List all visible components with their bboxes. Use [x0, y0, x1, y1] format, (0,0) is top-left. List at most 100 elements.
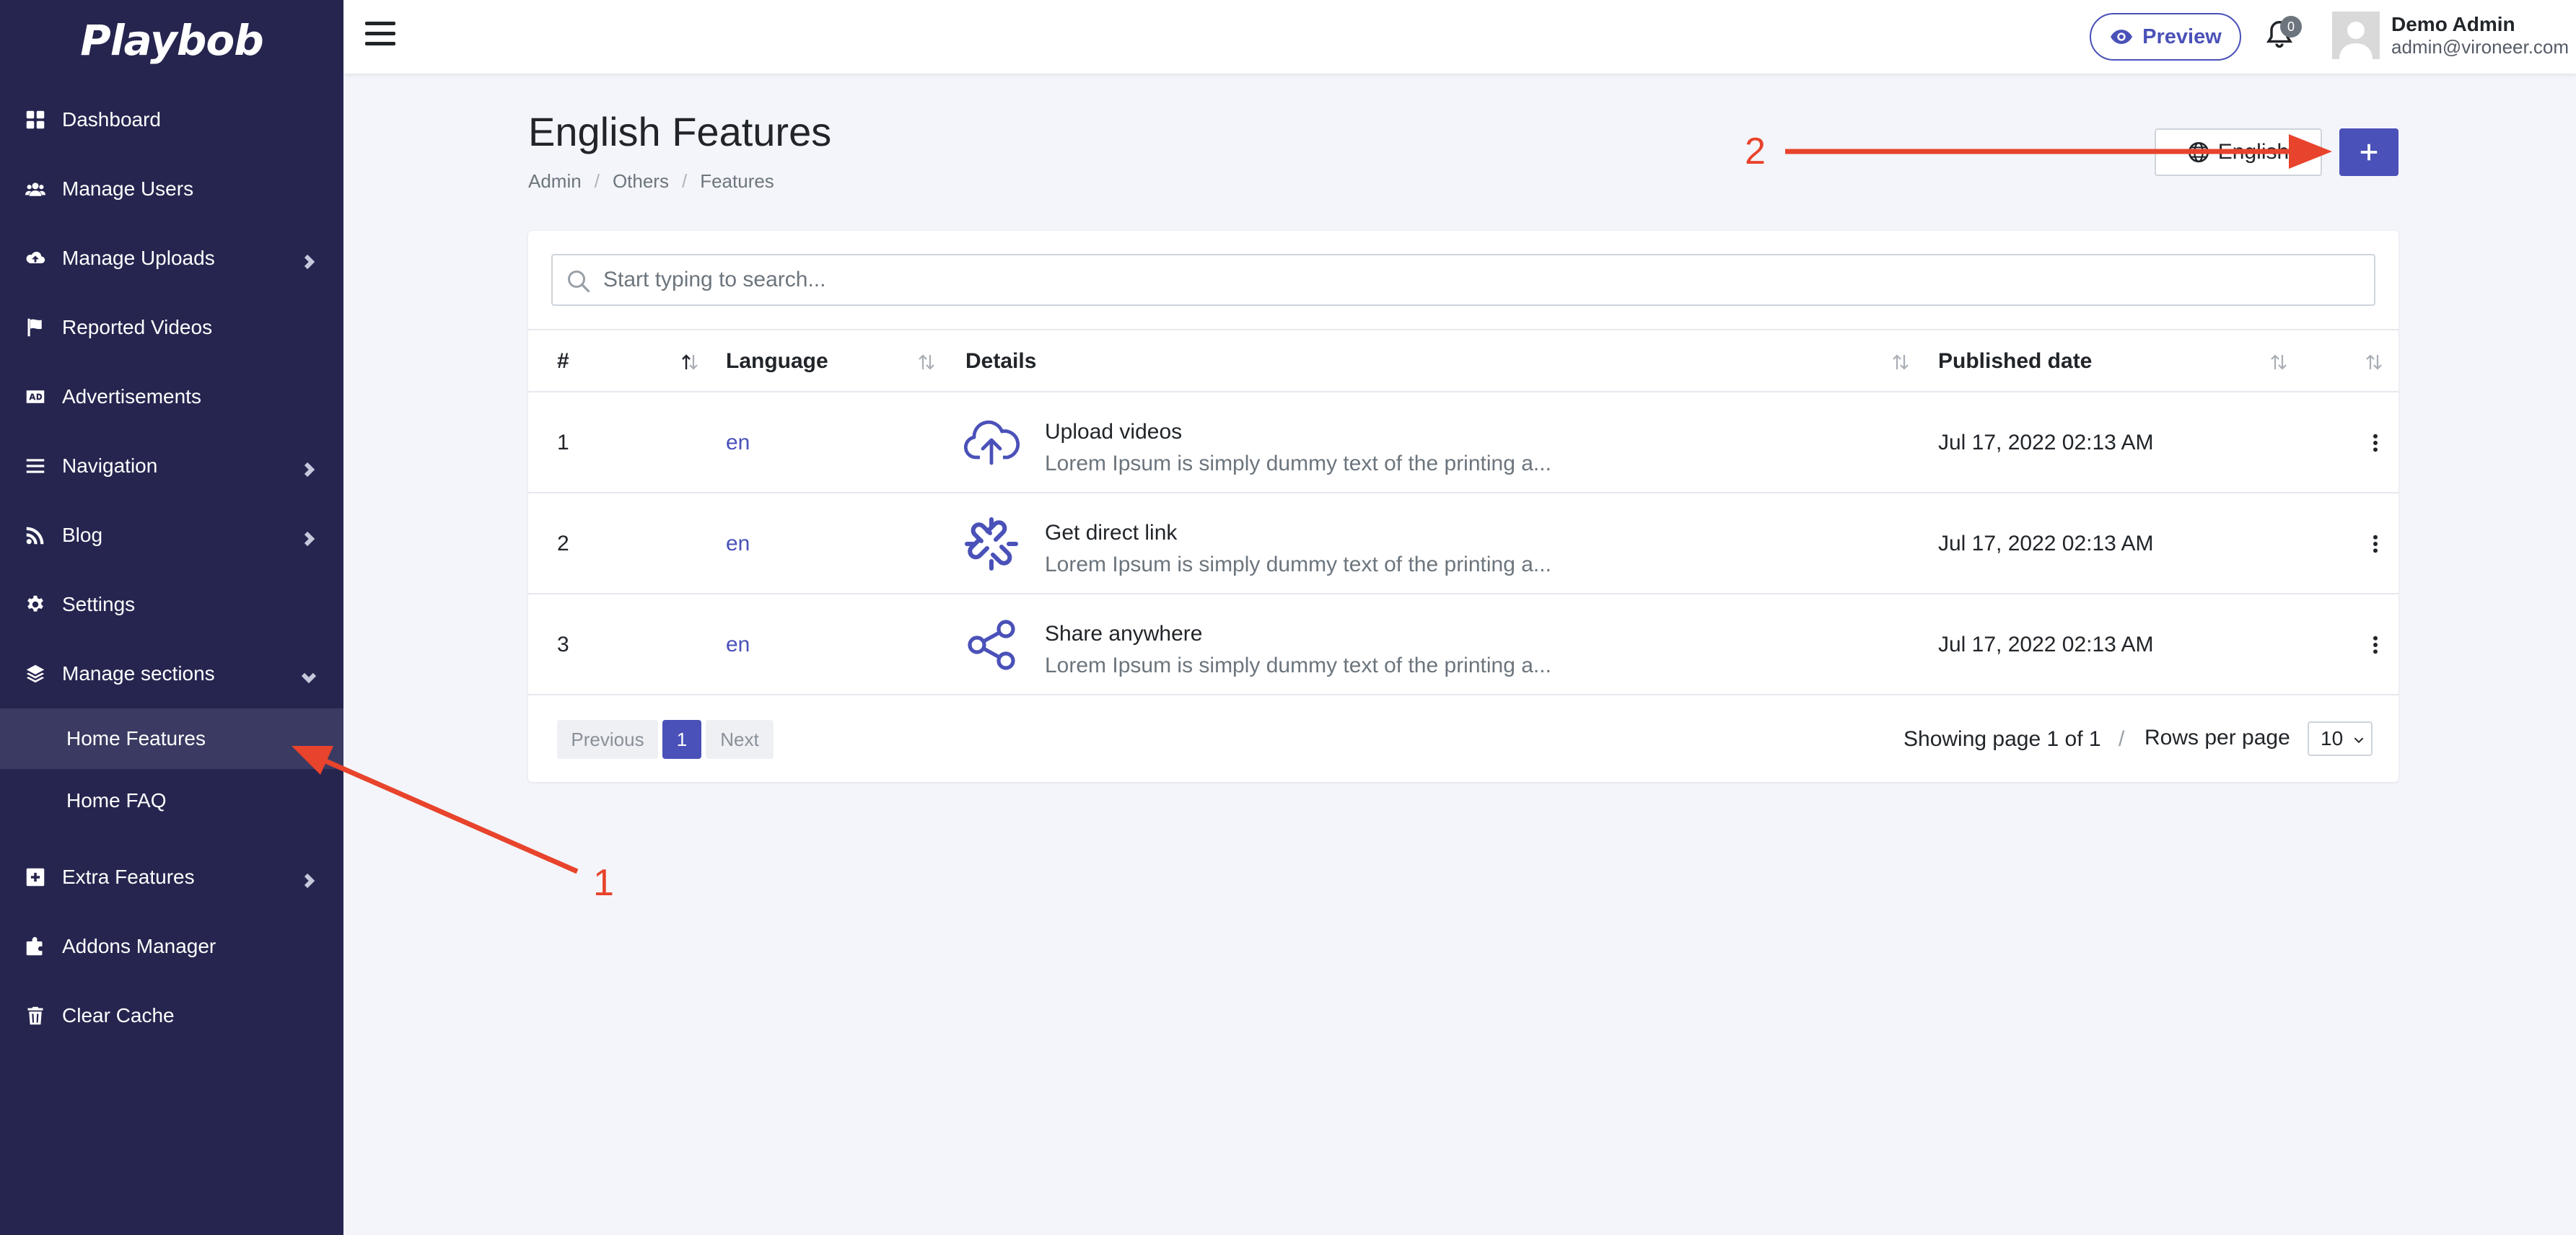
sidebar-item-label: Navigation — [62, 454, 158, 477]
row-language-link[interactable]: en — [726, 493, 750, 594]
published-date: Jul 17, 2022 02:13 AM — [1938, 532, 2154, 555]
sort-icon[interactable] — [915, 351, 938, 374]
add-feature-button[interactable] — [2339, 128, 2398, 176]
sidebar-item-reported-videos[interactable]: Reported Videos — [0, 299, 343, 356]
search-icon — [568, 271, 590, 293]
feature-description: Lorem Ipsum is simply dummy text of the … — [1045, 452, 1551, 475]
sidebar-item-manage-users[interactable]: Manage Users — [0, 160, 343, 218]
breadcrumb-item-features: Features — [700, 170, 774, 192]
sidebar-item-label: Advertisements — [62, 385, 201, 408]
breadcrumb-item-admin[interactable]: Admin — [528, 170, 582, 193]
plus-square-icon — [25, 866, 46, 888]
column-header-published-date[interactable]: Published date — [1938, 330, 2092, 392]
feature-title: Upload videos — [1045, 420, 1183, 444]
sidebar-item-manage-sections[interactable]: Manage sections — [0, 645, 343, 703]
sidebar-item-blog[interactable]: Blog — [0, 506, 343, 564]
column-header-details[interactable]: Details — [965, 330, 1036, 392]
row-id: 2 — [557, 532, 569, 555]
sidebar-item-navigation[interactable]: Navigation — [0, 437, 343, 495]
preview-label: Preview — [2142, 25, 2222, 48]
plus-icon — [2360, 144, 2378, 161]
table-header: # Language Details Published date — [528, 329, 2398, 392]
page-info-separator: / — [2119, 727, 2125, 751]
sidebar-item-label: Reported Videos — [62, 316, 213, 338]
sidebar-subitem-label: Home Features — [66, 727, 206, 750]
next-page-button[interactable]: Next — [706, 720, 774, 759]
eye-icon — [2111, 30, 2133, 44]
sidebar-subitem-home-faq[interactable]: Home FAQ — [0, 770, 343, 831]
search-input[interactable] — [603, 261, 2364, 299]
chevron-right-icon — [302, 870, 316, 889]
sidebar-item-label: Manage sections — [62, 662, 215, 685]
column-header-language[interactable]: Language — [726, 330, 828, 392]
sidebar-item-label: Manage Users — [62, 177, 194, 200]
cloud-upload-icon — [963, 414, 1020, 472]
app-logo[interactable]: Playbob — [0, 0, 343, 81]
share-icon — [963, 616, 1020, 674]
sidebar-item-addons-manager[interactable]: Addons Manager — [0, 918, 343, 975]
bars-icon — [25, 455, 46, 477]
topbar: Preview 0 Demo Admin admin@vironeer.com — [343, 0, 2576, 74]
features-card: # Language Details Published date 1 en U… — [528, 231, 2398, 782]
sidebar-item-manage-uploads[interactable]: Manage Uploads — [0, 229, 343, 287]
sidebar-item-label: Manage Uploads — [62, 247, 215, 269]
sidebar-item-label: Dashboard — [62, 108, 161, 131]
layers-icon — [25, 663, 46, 685]
sort-icon[interactable] — [2362, 351, 2386, 374]
annotation-label-2: 2 — [1745, 131, 1766, 172]
sidebar-item-advertisements[interactable]: Advertisements — [0, 368, 343, 426]
chevron-right-icon — [302, 251, 316, 270]
puzzle-icon — [25, 936, 46, 957]
sidebar-item-dashboard[interactable]: Dashboard — [0, 91, 343, 149]
user-email: admin@vironeer.com — [2391, 36, 2570, 58]
trash-icon — [25, 1005, 46, 1027]
sidebar-subitem-home-features[interactable]: Home Features — [0, 708, 343, 769]
user-name[interactable]: Demo Admin — [2391, 13, 2515, 36]
search-box[interactable] — [551, 254, 2375, 306]
sort-icon[interactable] — [2267, 351, 2290, 374]
page-title: English Features — [528, 109, 832, 154]
chevron-down-icon — [301, 667, 317, 684]
pagination: Previous 1 Next — [557, 720, 774, 759]
annotation-label-1: 1 — [593, 862, 614, 904]
column-header-number[interactable]: # — [557, 330, 569, 392]
feature-description: Lorem Ipsum is simply dummy text of the … — [1045, 654, 1551, 677]
page-number-button[interactable]: 1 — [662, 720, 701, 759]
breadcrumb: Admin / Others / Features — [528, 170, 774, 193]
row-language-link[interactable]: en — [726, 392, 750, 493]
notification-badge: 0 — [2280, 16, 2302, 38]
breadcrumb-item-others[interactable]: Others — [613, 170, 669, 193]
sidebar-item-settings[interactable]: Settings — [0, 576, 343, 633]
rows-per-page-value: 10 — [2321, 727, 2344, 750]
link-icon — [963, 515, 1020, 573]
page-info: Showing page 1 of 1 — [1903, 727, 2101, 751]
sidebar-item-label: Settings — [62, 593, 136, 615]
table-row: 2 en Get direct link Lorem Ipsum is simp… — [528, 493, 2398, 594]
gear-icon — [25, 594, 46, 615]
feature-title: Share anywhere — [1045, 622, 1203, 646]
language-label: English — [2217, 140, 2290, 164]
sort-asc-icon[interactable] — [678, 351, 701, 374]
breadcrumb-separator: / — [594, 170, 600, 192]
row-actions-kebab-icon[interactable] — [2361, 630, 2390, 659]
globe-icon — [2188, 141, 2209, 163]
row-actions-kebab-icon[interactable] — [2361, 428, 2390, 457]
ad-icon — [25, 386, 46, 408]
published-date: Jul 17, 2022 02:13 AM — [1938, 431, 2154, 454]
row-language-link[interactable]: en — [726, 594, 750, 695]
rows-per-page-select[interactable]: 10 — [2308, 721, 2373, 756]
sidebar-item-extra-features[interactable]: Extra Features — [0, 848, 343, 906]
rss-icon — [25, 524, 46, 546]
row-id: 1 — [557, 431, 569, 454]
avatar[interactable] — [2332, 12, 2380, 59]
feature-title: Get direct link — [1045, 521, 1178, 545]
previous-page-button[interactable]: Previous — [557, 720, 658, 759]
hamburger-menu-icon[interactable] — [365, 22, 395, 50]
language-button[interactable]: English — [2155, 128, 2322, 176]
sidebar-item-clear-cache[interactable]: Clear Cache — [0, 987, 343, 1045]
preview-button[interactable]: Preview — [2090, 13, 2241, 61]
sidebar-item-label: Clear Cache — [62, 1004, 175, 1027]
sort-icon[interactable] — [1889, 351, 1912, 374]
row-actions-kebab-icon[interactable] — [2361, 529, 2390, 558]
table-row: 1 en Upload videos Lorem Ipsum is simply… — [528, 392, 2398, 493]
